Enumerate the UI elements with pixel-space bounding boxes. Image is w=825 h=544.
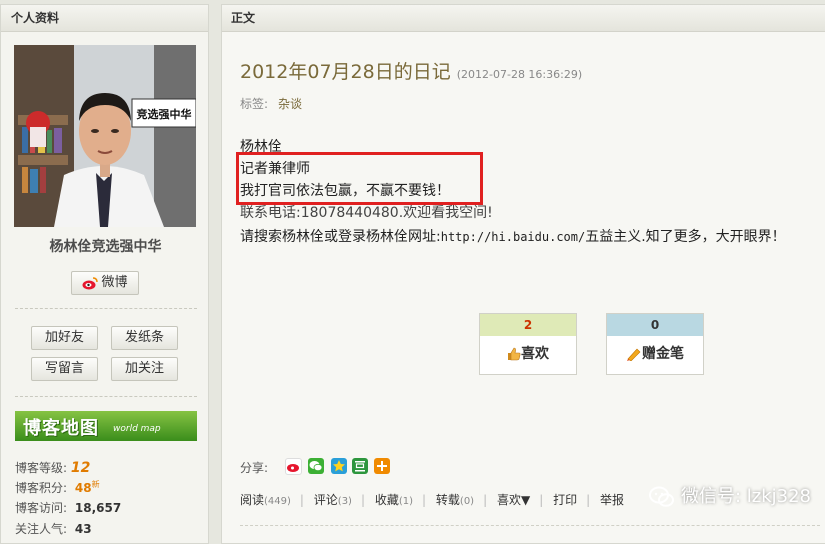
share-more-icon[interactable] [374, 458, 390, 474]
action-report[interactable]: 举报 [600, 493, 624, 507]
stat-label: 博客等级: [15, 461, 68, 475]
share-douban-icon[interactable] [352, 458, 368, 474]
level-badge[interactable]: 12 [71, 460, 90, 476]
weibo-button[interactable]: 微博 [71, 271, 139, 295]
post-action-bar: 阅读(449) | 评论(3) | 收藏(1) | 转载(0) | 喜欢▼ | 打印 | 举… [240, 493, 624, 507]
avatar[interactable]: 竞选强中华 [14, 45, 196, 227]
post-line-tail: 五益主义.知了更多，大开眼界！ [585, 229, 786, 245]
pen-label-row: 赠金笔 [607, 336, 703, 372]
action-favorite[interactable]: 收藏(1) [375, 493, 413, 507]
post-line-phone: 联系电话:18078440480.欢迎看我空间! [240, 205, 493, 221]
stat-label: 关注人气: [15, 522, 68, 536]
like-label: 喜欢 [521, 346, 549, 362]
svg-text:竞选强中华: 竞选强中华 [137, 107, 192, 121]
blog-map-title: 博客地图 [23, 418, 99, 439]
avatar-photo: 竞选强中华 [14, 45, 196, 227]
share-qzone-icon[interactable] [331, 458, 347, 474]
thumbs-up-icon [508, 347, 521, 361]
pen-count: 0 [607, 314, 703, 336]
divider [15, 396, 197, 397]
article-panel: 正文 2012年07月28日的日记 (2012-07-28 16:36:29) 标… [221, 4, 825, 544]
divider [240, 525, 820, 526]
stat-blog-visits: 博客访问: 18,657 [15, 499, 121, 516]
like-count: 2 [480, 314, 576, 336]
post-url-link[interactable]: http://hi.baidu.com/ [441, 230, 586, 244]
blog-map-banner[interactable]: 博客地图 world map [15, 411, 197, 441]
action-comment[interactable]: 评论(3) [314, 493, 352, 507]
share-label: 分享: [240, 461, 269, 475]
post-title-text: 2012年07月28日的日记 [240, 61, 451, 83]
like-vote-button[interactable]: 2 喜欢 [479, 313, 577, 375]
tag-link[interactable]: 杂谈 [278, 97, 302, 111]
profile-panel-header: 个人资料 [1, 5, 208, 32]
action-repost[interactable]: 转载(0) [436, 493, 474, 507]
stat-label: 博客访问: [15, 501, 68, 515]
blog-map-subtitle: world map [113, 424, 161, 434]
watermark-text: 微信号: lzkj328 [680, 486, 811, 507]
stat-value: 48 [74, 481, 92, 495]
stat-value: 18,657 [74, 501, 122, 515]
weibo-label: 微博 [101, 275, 128, 290]
share-weibo-icon[interactable] [285, 458, 302, 475]
golden-pen-vote-button[interactable]: 0 赠金笔 [606, 313, 704, 375]
article-panel-header: 正文 [222, 5, 825, 32]
stat-label: 博客积分: [15, 481, 68, 495]
action-print[interactable]: 打印 [553, 493, 577, 507]
action-read[interactable]: 阅读(449) [240, 493, 291, 507]
tags-row: 标签: 杂谈 [240, 95, 302, 112]
follow-button[interactable]: 加关注 [111, 357, 178, 381]
stat-blog-level: 博客等级: 12 [15, 459, 90, 476]
like-label-row: 喜欢 [480, 336, 576, 372]
divider [15, 308, 197, 309]
share-wechat-icon[interactable] [308, 458, 324, 474]
new-badge: 新 [91, 480, 100, 489]
red-highlight-box [236, 152, 483, 205]
send-note-button[interactable]: 发纸条 [111, 326, 178, 350]
tags-label: 标签: [240, 97, 269, 111]
action-like-dropdown[interactable]: 喜欢▼ [497, 493, 530, 507]
post-title: 2012年07月28日的日记 (2012-07-28 16:36:29) [240, 57, 582, 84]
profile-name[interactable]: 杨林佺竞选强中华 [1, 236, 210, 256]
post-timestamp: (2012-07-28 16:36:29) [456, 68, 583, 81]
golden-pen-icon [627, 348, 641, 362]
post-line-text: 请搜索杨林佺或登录杨林佺网址: [240, 229, 441, 245]
stat-blog-points: 博客积分: 48新 [15, 479, 100, 496]
stat-popularity: 关注人气: 43 [15, 520, 92, 537]
weibo-icon [82, 276, 99, 289]
wechat-icon [648, 486, 674, 507]
profile-panel: 个人资料 竞选强中华 杨林佺竞选强中华 微博 加好友 发纸条 写留言 加关注 博… [0, 4, 209, 544]
post-line-url: 请搜索杨林佺或登录杨林佺网址:http://hi.baidu.com/五益主义.… [240, 226, 786, 246]
stat-value: 43 [74, 522, 92, 536]
write-message-button[interactable]: 写留言 [31, 357, 98, 381]
add-friend-button[interactable]: 加好友 [31, 326, 98, 350]
pen-label: 赠金笔 [642, 346, 684, 362]
wechat-watermark: 微信号: lzkj328 [648, 482, 811, 512]
